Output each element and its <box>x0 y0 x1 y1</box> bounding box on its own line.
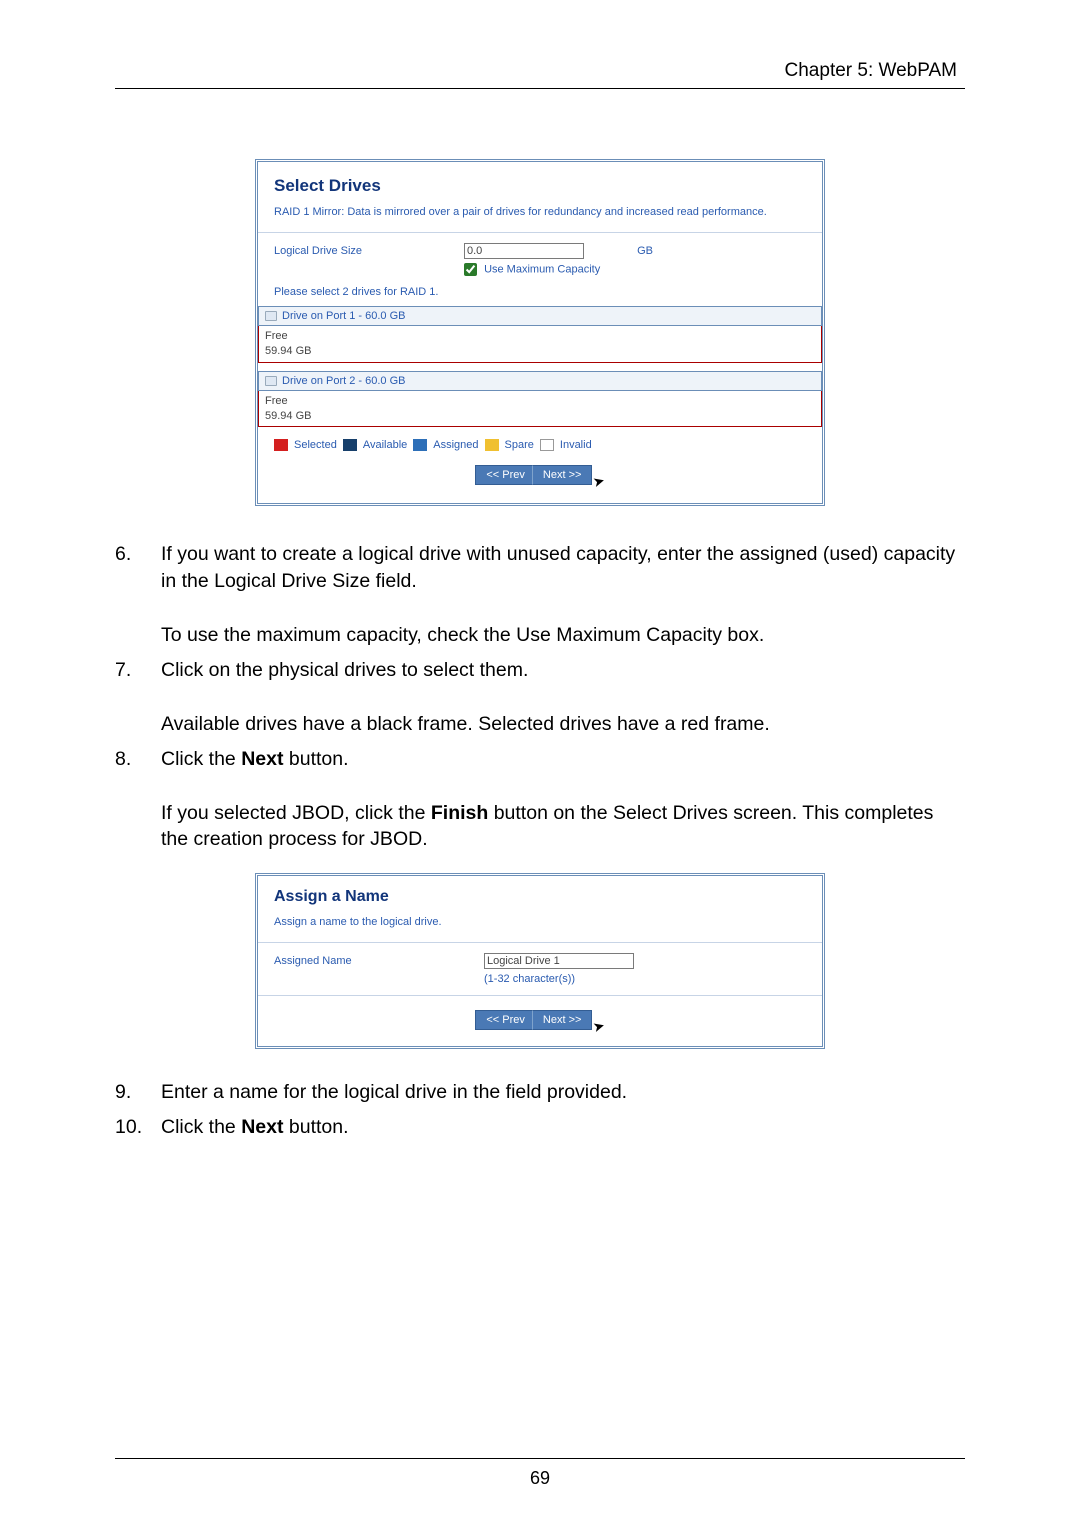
free-value: 59.94 GB <box>265 345 311 357</box>
legend: Selected Available Assigned Spare Invali… <box>274 439 806 451</box>
button-row: << PrevNext >> ➤ <box>274 465 806 485</box>
panel-title: Select Drives <box>274 176 806 196</box>
footer-rule <box>115 1458 965 1459</box>
free-value: 59.94 GB <box>265 410 311 422</box>
cursor-icon: ➤ <box>591 472 607 491</box>
next-button[interactable]: Next >> <box>532 1010 593 1030</box>
size-input[interactable] <box>464 243 584 259</box>
step-8: 8. Click the Next button. If you selecte… <box>115 746 965 854</box>
body-text-2: 9. Enter a name for the logical drive in… <box>115 1079 965 1141</box>
legend-swatch-selected <box>274 439 288 451</box>
panel2-title: Assign a Name <box>274 888 806 906</box>
legend-swatch-assigned <box>413 439 427 451</box>
drive-port-1-label: Drive on Port 1 - 60.0 GB <box>282 310 406 322</box>
legend-swatch-invalid <box>540 439 554 451</box>
select-drives-panel: Select Drives RAID 1 Mirror: Data is mir… <box>255 159 825 506</box>
step-8b-bold: Finish <box>431 802 488 824</box>
prev-button[interactable]: << Prev <box>475 1010 536 1030</box>
legend-available: Available <box>363 439 407 451</box>
drive-port-2-header[interactable]: Drive on Port 2 - 60.0 GB <box>258 371 822 391</box>
panel-description: RAID 1 Mirror: Data is mirrored over a p… <box>274 206 806 218</box>
chapter-title: Chapter 5: WebPAM <box>785 60 957 81</box>
step-8b-pre: If you selected JBOD, click the <box>161 802 431 824</box>
cursor-icon: ➤ <box>591 1017 607 1036</box>
legend-swatch-available <box>343 439 357 451</box>
divider <box>258 995 822 996</box>
step-8a-pre: Click the <box>161 748 241 770</box>
prev-button[interactable]: << Prev <box>475 465 536 485</box>
step-7-line1: Click on the physical drives to select t… <box>161 659 528 681</box>
step-9-text: Enter a name for the logical drive in th… <box>161 1079 965 1106</box>
step-6: 6. If you want to create a logical drive… <box>115 541 965 649</box>
step-num: 9. <box>115 1079 161 1106</box>
step-8a-bold: Next <box>241 748 283 770</box>
select-instruction: Please select 2 drives for RAID 1. <box>274 286 806 298</box>
step-7: 7. Click on the physical drives to selec… <box>115 657 965 738</box>
body-text: 6. If you want to create a logical drive… <box>115 541 965 853</box>
drive-port-2-body[interactable]: Free 59.94 GB <box>258 391 822 428</box>
step-10: 10. Click the Next button. <box>115 1114 965 1141</box>
use-max-label: Use Maximum Capacity <box>484 263 600 275</box>
step-8a-post: button. <box>283 748 348 770</box>
button-row-2: << PrevNext >> ➤ <box>274 1010 806 1030</box>
page-number: 69 <box>0 1468 1080 1489</box>
step-10-pre: Click the <box>161 1116 241 1138</box>
legend-selected: Selected <box>294 439 337 451</box>
drive-port-1-header[interactable]: Drive on Port 1 - 60.0 GB <box>258 306 822 326</box>
step-num: 8. <box>115 746 161 854</box>
assigned-name-label: Assigned Name <box>274 953 484 967</box>
free-label: Free <box>265 330 288 342</box>
logical-drive-size-row: Logical Drive Size GB Use Maximum Capaci… <box>274 243 806 276</box>
free-label: Free <box>265 395 288 407</box>
divider <box>258 942 822 943</box>
panel2-desc: Assign a name to the logical drive. <box>274 916 806 928</box>
step-num: 6. <box>115 541 161 649</box>
legend-spare: Spare <box>505 439 534 451</box>
legend-swatch-spare <box>485 439 499 451</box>
step-6-line1: If you want to create a logical drive wi… <box>161 543 955 592</box>
drive-port-2-label: Drive on Port 2 - 60.0 GB <box>282 375 406 387</box>
step-9: 9. Enter a name for the logical drive in… <box>115 1079 965 1106</box>
step-10-post: button. <box>283 1116 348 1138</box>
drive-icon <box>265 311 277 321</box>
size-unit: GB <box>637 245 653 257</box>
next-button[interactable]: Next >> <box>532 465 593 485</box>
divider <box>258 232 822 233</box>
assigned-name-input[interactable] <box>484 953 634 969</box>
step-num: 10. <box>115 1114 161 1141</box>
legend-assigned: Assigned <box>433 439 478 451</box>
drive-port-1-body[interactable]: Free 59.94 GB <box>258 326 822 363</box>
legend-invalid: Invalid <box>560 439 592 451</box>
step-7-line2: Available drives have a black frame. Sel… <box>161 713 770 735</box>
step-num: 7. <box>115 657 161 738</box>
drive-icon <box>265 376 277 386</box>
size-label: Logical Drive Size <box>274 243 464 257</box>
step-6-line2: To use the maximum capacity, check the U… <box>161 624 764 646</box>
use-max-capacity-checkbox[interactable] <box>464 263 477 276</box>
char-hint: (1-32 character(s)) <box>484 973 634 985</box>
assign-name-panel: Assign a Name Assign a name to the logic… <box>255 873 825 1049</box>
page-header: Chapter 5: WebPAM <box>115 60 965 89</box>
step-10-bold: Next <box>241 1116 283 1138</box>
assigned-name-row: Assigned Name (1-32 character(s)) <box>274 953 806 985</box>
